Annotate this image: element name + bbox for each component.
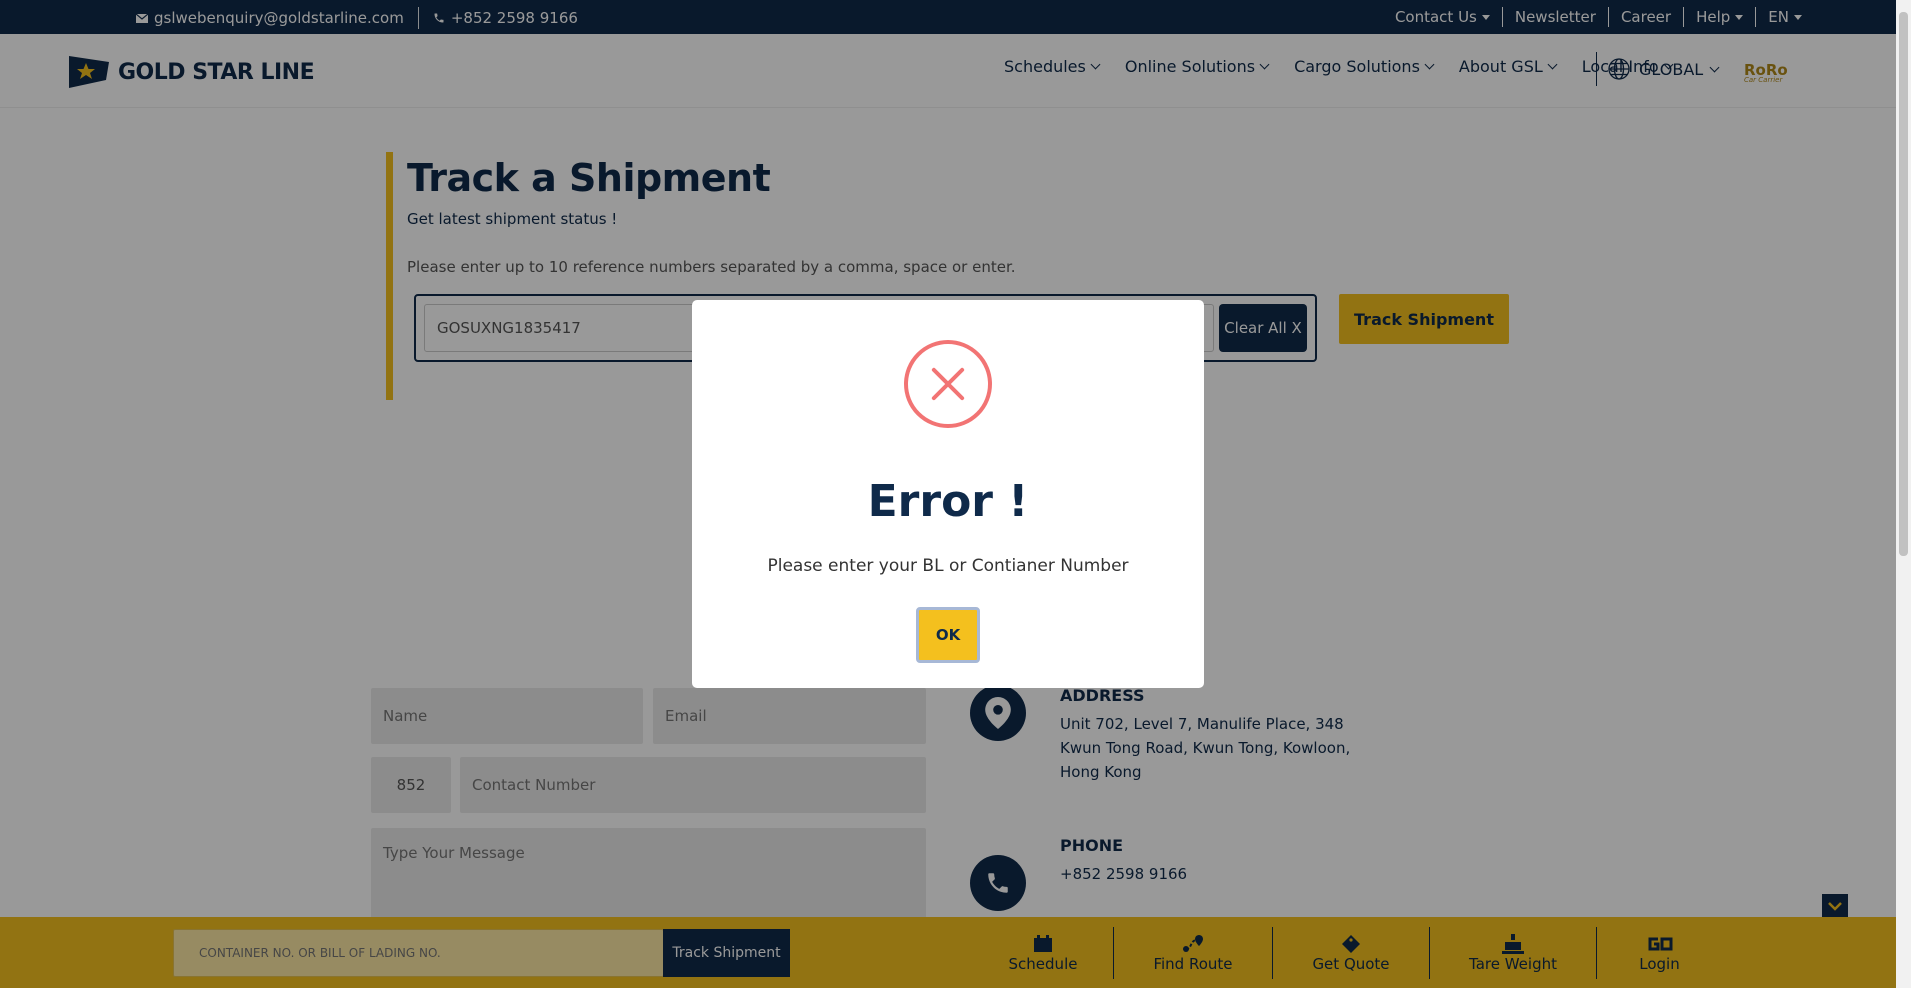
- scrollbar-thumb[interactable]: [1899, 12, 1908, 556]
- error-message: Please enter your BL or Contianer Number: [767, 556, 1129, 576]
- ok-button[interactable]: OK: [916, 607, 980, 663]
- error-dialog: Error ! Please enter your BL or Contiane…: [692, 300, 1204, 688]
- page-scrollbar[interactable]: [1896, 0, 1911, 988]
- error-x-icon: [904, 340, 992, 428]
- error-title: Error !: [867, 476, 1029, 527]
